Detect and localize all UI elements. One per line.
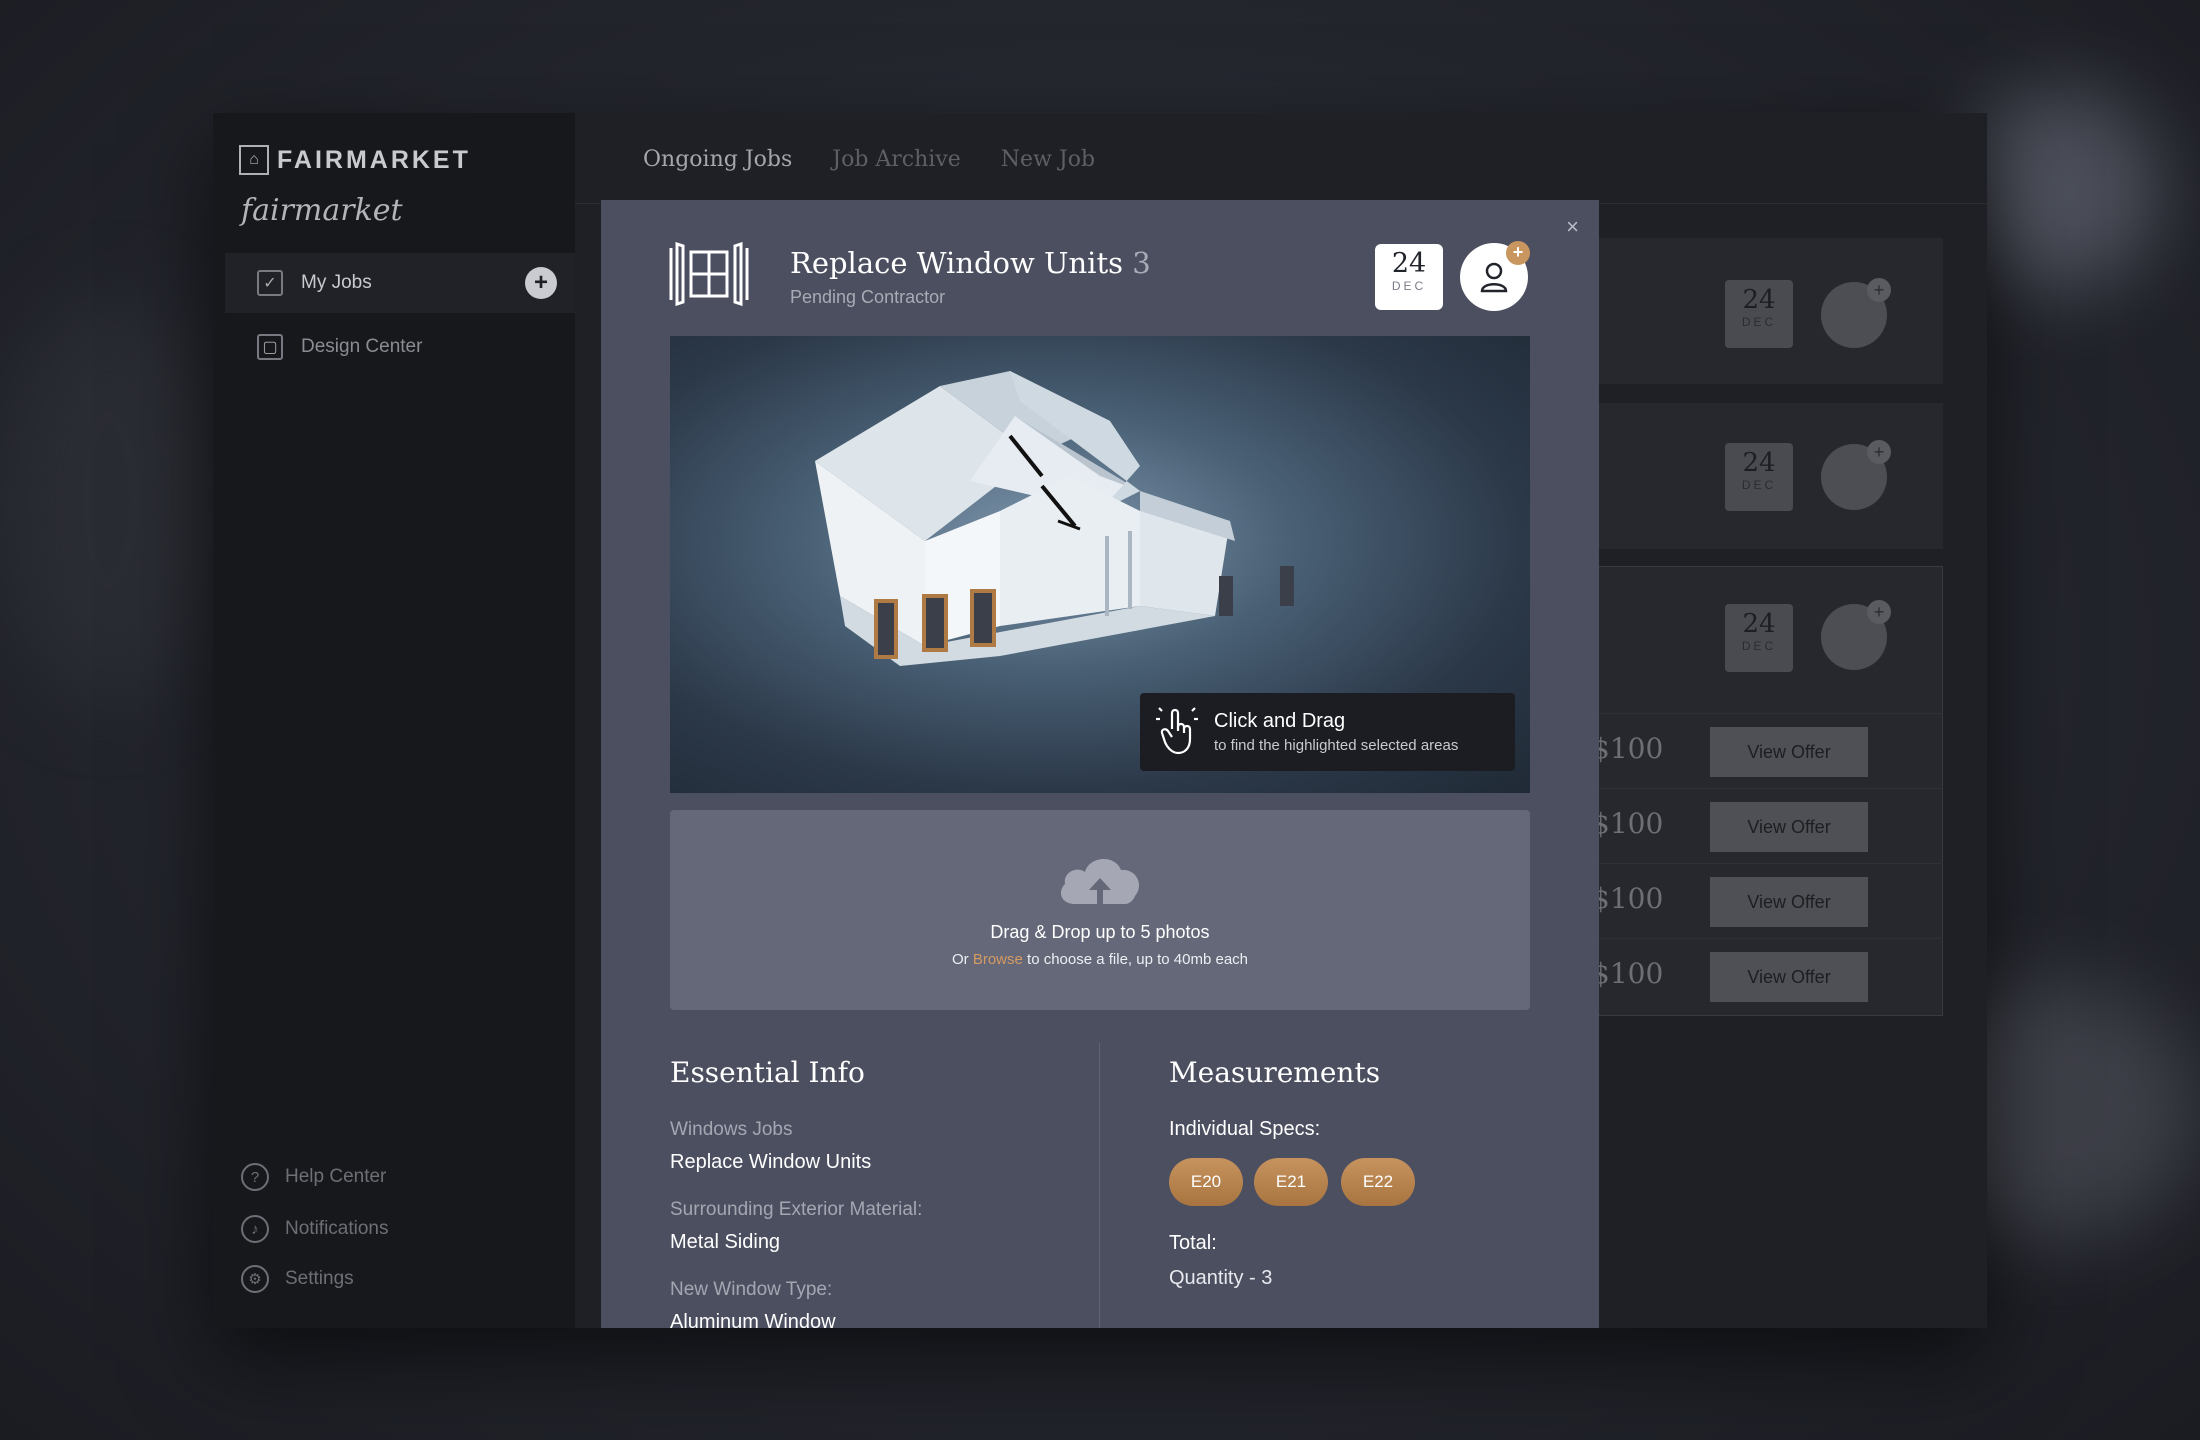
avatar[interactable]: +	[1821, 600, 1891, 670]
top-tabs: Ongoing Jobs Job Archive New Job	[643, 147, 1095, 172]
drag-hint-tooltip: Click and Drag to find the highlighted s…	[1140, 693, 1515, 771]
sidebar-item-notifications[interactable]: ♪ Notifications	[241, 1215, 389, 1243]
date-day: 24	[1742, 609, 1776, 639]
user-icon	[1480, 262, 1508, 293]
date-badge: 24 DEC	[1725, 443, 1793, 511]
house-icon: ⌂	[239, 145, 269, 175]
spec-chip[interactable]: E22	[1341, 1158, 1415, 1206]
add-icon: +	[1506, 241, 1530, 265]
avatar[interactable]: +	[1821, 440, 1891, 510]
touch-icon	[1156, 707, 1198, 755]
info-value: Aluminum Window	[670, 1311, 836, 1328]
essential-info-title: Essential Info	[670, 1056, 865, 1089]
individual-specs-label: Individual Specs:	[1169, 1118, 1321, 1140]
measurements-title: Measurements	[1169, 1056, 1381, 1089]
brand-script-logo: fairmarket	[241, 193, 403, 228]
browse-link[interactable]: Browse	[973, 951, 1023, 968]
date-month: DEC	[1741, 478, 1777, 492]
bell-icon: ♪	[241, 1215, 269, 1243]
cube-icon: ▢	[257, 334, 283, 360]
offer-price: $100	[1592, 732, 1664, 765]
date-month: DEC	[1741, 639, 1777, 653]
offer-price: $100	[1592, 807, 1664, 840]
date-month: DEC	[1741, 315, 1777, 329]
date-badge: 24 DEC	[1725, 604, 1793, 672]
sidebar-item-design-center[interactable]: ▢ Design Center	[225, 317, 575, 377]
dropzone-title: Drag & Drop up to 5 photos	[990, 922, 1210, 942]
drag-hint-subtitle: to find the highlighted selected areas	[1214, 737, 1459, 754]
offer-row: ted $100 View Offer	[1553, 863, 1943, 938]
view-offer-button[interactable]: View Offer	[1710, 802, 1868, 852]
window-icon	[669, 242, 749, 306]
background-blur	[1960, 90, 2160, 290]
tab-ongoing-jobs[interactable]: Ongoing Jobs	[643, 147, 792, 172]
offer-row: ted $100 View Offer	[1553, 938, 1943, 1013]
job-status: Pending Contractor	[790, 287, 946, 307]
add-job-button[interactable]: +	[525, 267, 557, 299]
job-count: 3	[1132, 246, 1151, 280]
background-blur	[0, 300, 220, 700]
view-offer-button[interactable]: View Offer	[1710, 952, 1868, 1002]
add-icon: +	[1867, 600, 1891, 624]
cloud-upload-icon	[1060, 858, 1140, 904]
close-icon[interactable]: ×	[1566, 214, 1579, 240]
photo-dropzone[interactable]: Drag & Drop up to 5 photos Or Browse to …	[670, 810, 1530, 1010]
dropzone-suffix: to choose a file, up to 40mb each	[1022, 951, 1249, 968]
help-icon: ?	[241, 1163, 269, 1191]
view-offer-button[interactable]: View Offer	[1710, 727, 1868, 777]
drag-hint-title: Click and Drag	[1214, 710, 1346, 732]
sidebar-item-label: Notifications	[285, 1218, 389, 1239]
spec-chip[interactable]: E21	[1254, 1158, 1328, 1206]
offer-row: ted $100 View Offer	[1553, 788, 1943, 863]
date-day: 24	[1742, 448, 1776, 478]
avatar[interactable]: +	[1821, 278, 1891, 348]
info-label: New Window Type:	[670, 1279, 833, 1300]
offer-row: ted $100 View Offer	[1553, 713, 1943, 788]
job-title-text: Replace Window Units	[790, 246, 1123, 280]
add-icon: +	[1867, 440, 1891, 464]
sidebar-item-label: Design Center	[301, 336, 423, 357]
sidebar: ⌂ FAIRMARKET fairmarket ✓ My Jobs + ▢ De…	[213, 113, 575, 1328]
dropzone-prefix: Or	[951, 951, 973, 968]
job-title: Replace Window Units 3	[790, 246, 1151, 280]
checkbox-icon: ✓	[257, 270, 283, 296]
add-icon: +	[1867, 278, 1891, 302]
sidebar-item-label: Settings	[285, 1268, 354, 1289]
job-detail-modal: × Replace Window Units 3 Pending Contrac…	[601, 200, 1599, 1328]
sidebar-item-label: Help Center	[285, 1166, 387, 1187]
dropzone-subtitle: Or Browse to choose a file, up to 40mb e…	[670, 951, 1530, 968]
info-label: Windows Jobs	[670, 1119, 793, 1140]
sidebar-item-settings[interactable]: ⚙ Settings	[241, 1265, 354, 1293]
assign-contractor-avatar[interactable]: +	[1460, 241, 1530, 311]
info-value: Metal Siding	[670, 1231, 781, 1253]
tab-new-job[interactable]: New Job	[1001, 147, 1095, 172]
brand-wordmark: FAIRMARKET	[277, 145, 471, 174]
offer-price: $100	[1592, 957, 1664, 990]
total-value: Quantity - 3	[1169, 1267, 1273, 1289]
total-label: Total:	[1169, 1232, 1217, 1254]
info-label: Surrounding Exterior Material:	[670, 1199, 923, 1220]
brand-logo[interactable]: ⌂ FAIRMARKET	[239, 145, 471, 175]
3d-model-viewer[interactable]: Click and Drag to find the highlighted s…	[670, 336, 1530, 793]
offer-price: $100	[1592, 882, 1664, 915]
info-value: Replace Window Units	[670, 1151, 872, 1173]
gear-icon: ⚙	[241, 1265, 269, 1293]
date-month: DEC	[1391, 279, 1427, 293]
date-day: 24	[1391, 248, 1427, 279]
date-badge: 24 DEC	[1375, 244, 1443, 310]
sidebar-item-label: My Jobs	[301, 272, 372, 293]
sidebar-item-help-center[interactable]: ? Help Center	[241, 1163, 386, 1191]
sidebar-item-my-jobs[interactable]: ✓ My Jobs +	[225, 253, 575, 313]
tab-job-archive[interactable]: Job Archive	[832, 147, 961, 172]
spec-chip[interactable]: E20	[1169, 1158, 1243, 1206]
date-day: 24	[1742, 285, 1776, 315]
divider	[1099, 1043, 1100, 1328]
date-badge: 24 DEC	[1725, 280, 1793, 348]
view-offer-button[interactable]: View Offer	[1710, 877, 1868, 927]
